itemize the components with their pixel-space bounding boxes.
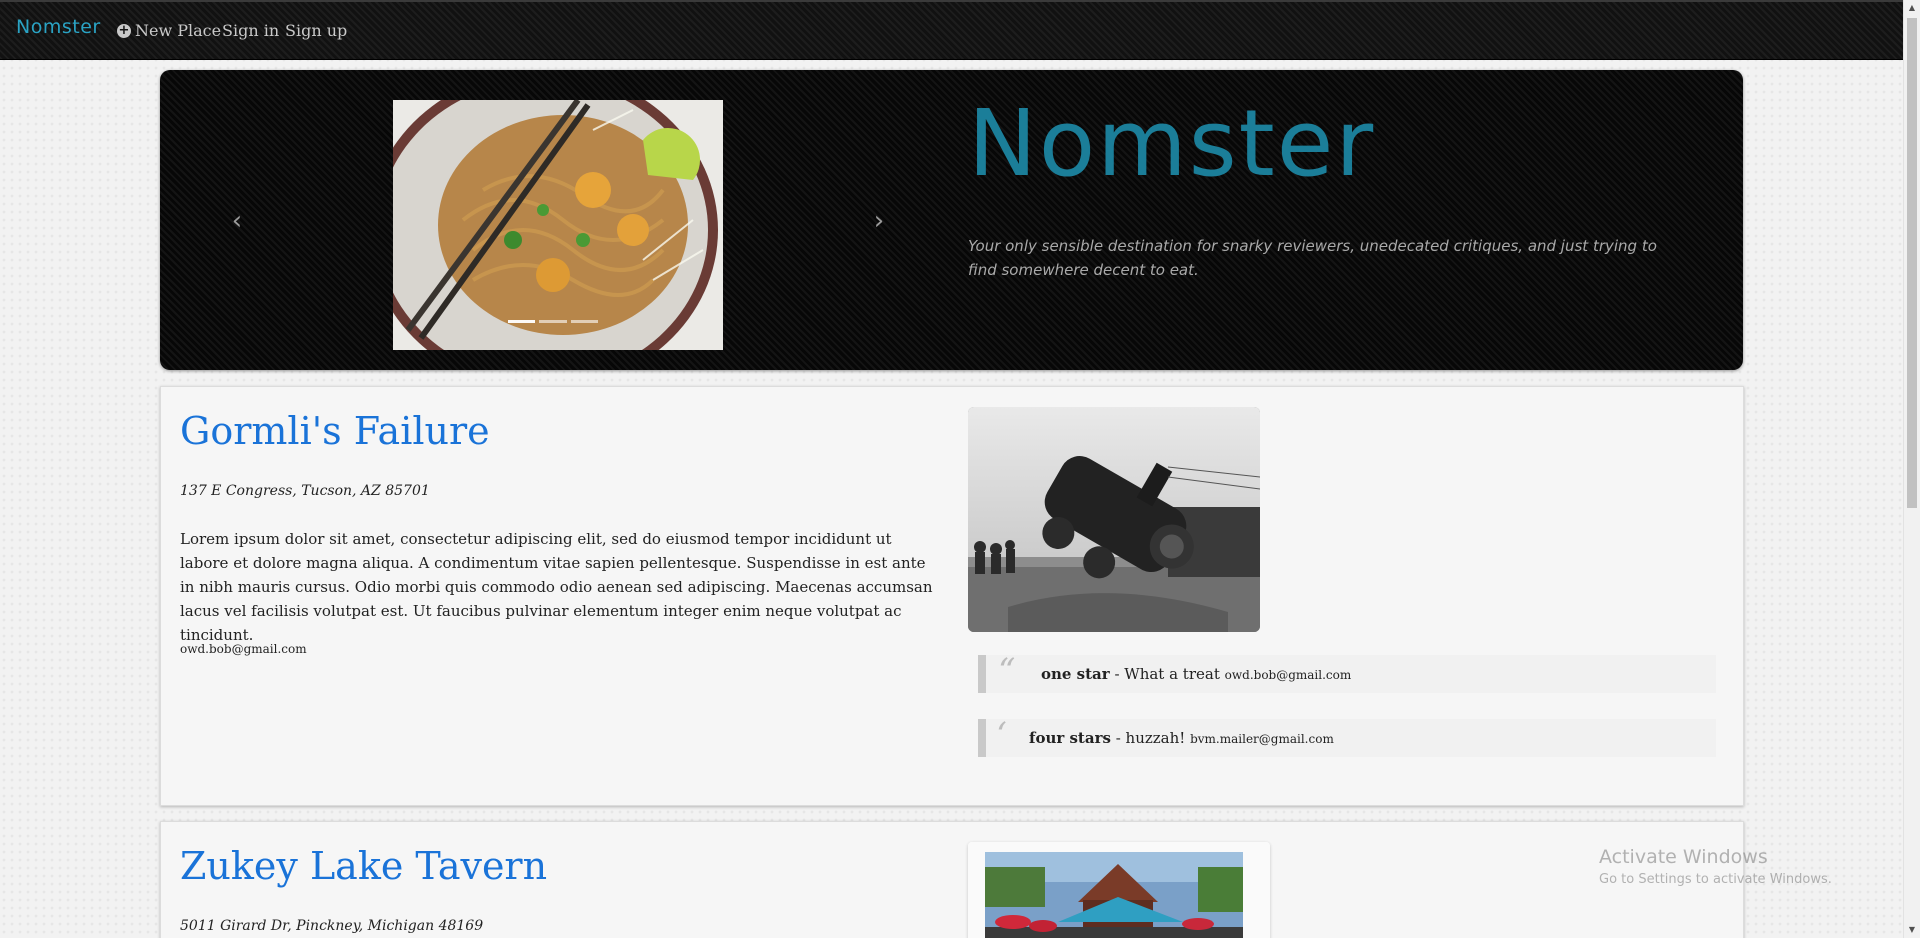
watermark-subtitle: Go to Settings to activate Windows.: [1599, 872, 1832, 887]
noodle-bowl-image: [393, 100, 723, 350]
place-card: Gormli's Failure 137 E Congress, Tucson,…: [160, 386, 1744, 806]
place-address: 137 E Congress, Tucson, AZ 85701: [180, 483, 430, 499]
comment-text: four stars - huzzah! bvm.mailer@gmail.co…: [1029, 729, 1334, 747]
chevron-right-icon: ›: [873, 206, 885, 236]
place-photo: [968, 407, 1260, 632]
place-photo: [968, 842, 1270, 938]
carousel-indicator[interactable]: [508, 320, 536, 323]
place-description: Lorem ipsum dolor sit amet, consectetur …: [180, 530, 933, 644]
comment-item: ‘ four stars - huzzah! bvm.mailer@gmail.…: [978, 715, 1716, 757]
watermark-title: Activate Windows: [1599, 846, 1768, 868]
sign-up-link[interactable]: Sign up: [285, 21, 347, 40]
carousel-indicators[interactable]: [508, 320, 598, 323]
hero-title: Nomster: [968, 90, 1376, 197]
place-name-link[interactable]: Zukey Lake Tavern: [180, 844, 547, 888]
comment-item: “ one star - What a treat owd.bob@gmail.…: [978, 651, 1716, 693]
carousel-indicator[interactable]: [570, 320, 598, 323]
scroll-up-arrow-icon[interactable]: ▲: [1907, 3, 1917, 13]
brand-link[interactable]: Nomster: [16, 16, 101, 38]
plus-circle-icon: +: [117, 22, 131, 38]
hero-jumbotron: ‹ › Nomster Your only sensible destinati…: [160, 70, 1743, 370]
navbar: Nomster + New Place Sign in Sign up: [0, 0, 1920, 60]
vertical-scrollbar[interactable]: ▲ ▼: [1903, 0, 1920, 938]
quote-icon: “: [998, 651, 1016, 691]
carousel-indicator[interactable]: [539, 320, 567, 323]
carousel-prev-button[interactable]: ‹: [226, 208, 248, 234]
place-owner-email: owd.bob@gmail.com: [180, 642, 307, 656]
carousel-slide-image: [393, 100, 723, 350]
comment-rating: one star: [1041, 665, 1110, 683]
tavern-image: [968, 842, 1270, 938]
hero-tagline: Your only sensible destination for snark…: [968, 237, 1657, 279]
comment-rating: four stars: [1029, 729, 1111, 747]
comment-body: huzzah!: [1125, 729, 1186, 747]
comment-body: What a treat: [1124, 665, 1220, 683]
new-place-link[interactable]: + New Place: [117, 21, 221, 40]
place-address: 5011 Girard Dr, Pinckney, Michigan 48169: [180, 918, 484, 934]
scrollbar-thumb[interactable]: [1907, 18, 1917, 508]
activate-windows-watermark: Activate Windows Go to Settings to activ…: [1599, 846, 1832, 887]
comment-author-email: owd.bob@gmail.com: [1224, 668, 1352, 682]
train-wreck-image: [968, 407, 1260, 632]
carousel-next-button[interactable]: ›: [868, 208, 890, 234]
place-name-link[interactable]: Gormli's Failure: [180, 409, 490, 453]
new-place-label: New Place: [135, 21, 222, 40]
scroll-down-arrow-icon[interactable]: ▼: [1907, 925, 1917, 935]
chevron-left-icon: ‹: [231, 206, 243, 236]
comment-text: one star - What a treat owd.bob@gmail.co…: [1041, 665, 1352, 683]
place-card: Zukey Lake Tavern 5011 Girard Dr, Pinckn…: [160, 821, 1744, 938]
comment-author-email: bvm.mailer@gmail.com: [1190, 732, 1334, 746]
quote-icon: ‘: [996, 715, 1007, 755]
sign-in-link[interactable]: Sign in: [222, 21, 279, 40]
